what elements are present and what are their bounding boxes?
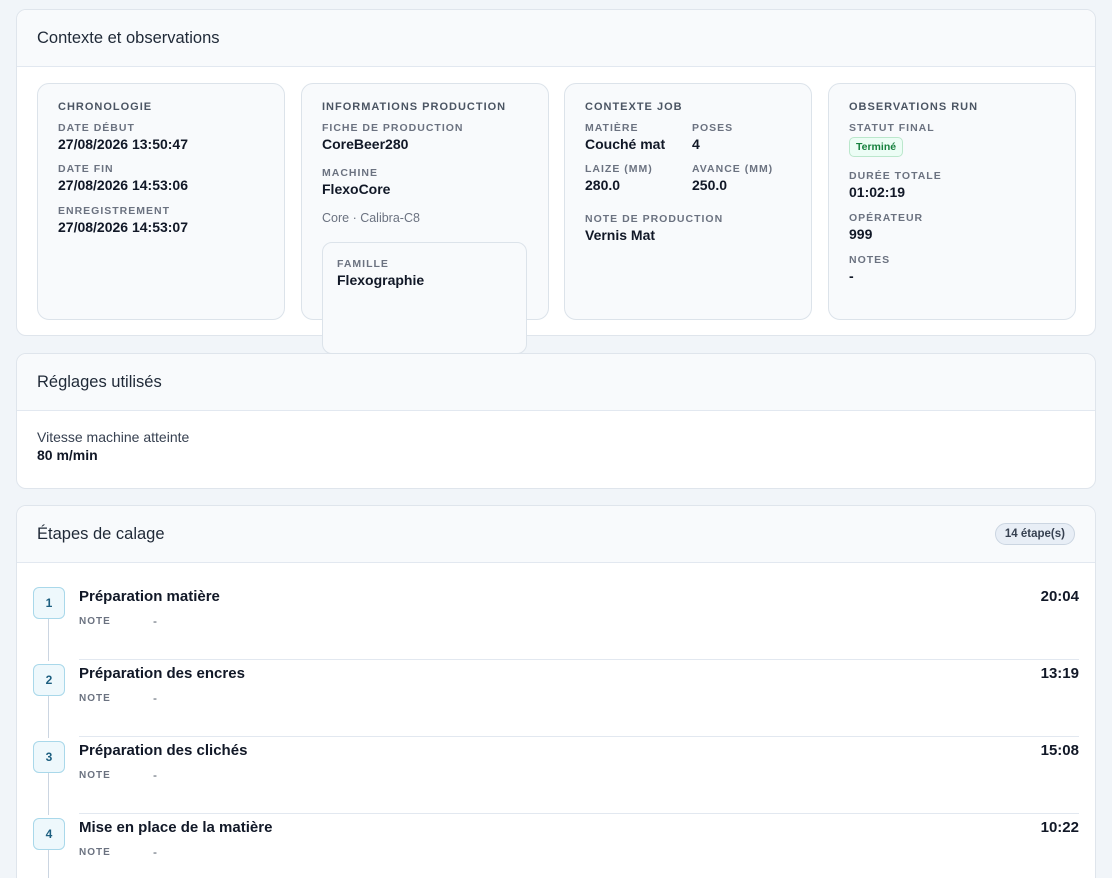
run-title: Observations run: [849, 101, 979, 113]
reglages-panel-header: Réglages utilisés: [17, 354, 1095, 411]
context-panel-header: Contexte et observations: [17, 10, 1095, 67]
operateur-value: 999: [849, 226, 873, 242]
date-debut-label: Date début: [58, 122, 135, 134]
step-item[interactable]: 3 Préparation des clichés 15:08 NOTE -: [33, 737, 1079, 815]
famille-value: Flexographie: [337, 272, 425, 288]
date-debut-value: 27/08/2026 13:50:47: [58, 136, 188, 152]
note-production-value: Vernis Mat: [585, 227, 656, 243]
step-number: 1: [33, 587, 65, 619]
enregistrement-label: Enregistrement: [58, 205, 171, 217]
step-note-label: NOTE: [79, 616, 111, 627]
vitesse-value: 80 m/min: [37, 447, 98, 463]
note-production-label: Note de production: [585, 213, 724, 225]
famille-subcard: Famille Flexographie: [322, 242, 527, 354]
step-note-label: NOTE: [79, 847, 111, 858]
step-item[interactable]: 4 Mise en place de la matière 10:22 NOTE…: [33, 814, 1079, 878]
avance-value: 250.0: [692, 177, 728, 193]
operateur-label: Opérateur: [849, 212, 924, 224]
machine-value: FlexoCore: [322, 181, 391, 197]
step-note-value: -: [153, 768, 157, 782]
avance-label: Avance (mm): [692, 163, 774, 175]
step-connector: [48, 619, 49, 661]
laize-label: Laize (mm): [585, 163, 653, 175]
production-card: Informations production Fiche de product…: [301, 83, 549, 354]
poses-label: Poses: [692, 122, 734, 134]
notes-value: -: [849, 268, 854, 284]
step-number: 4: [33, 818, 65, 850]
step-duration: 20:04: [1040, 588, 1079, 605]
step-item[interactable]: 2 Préparation des encres 13:19 NOTE -: [33, 660, 1079, 738]
step-title: Préparation matière: [79, 588, 220, 605]
enregistrement-value: 27/08/2026 14:53:07: [58, 219, 188, 235]
date-fin-value: 27/08/2026 14:53:06: [58, 177, 188, 193]
duree-label: Durée totale: [849, 170, 942, 182]
fiche-value: CoreBeer280: [322, 136, 409, 152]
step-title: Mise en place de la matière: [79, 819, 273, 836]
step-count-badge: 14 étape(s): [994, 523, 1075, 545]
step-connector: [48, 696, 49, 738]
step-note-label: NOTE: [79, 770, 111, 781]
context-panel-title: Contexte et observations: [37, 28, 220, 47]
notes-label: Notes: [849, 254, 891, 266]
matiere-value: Couché mat: [585, 136, 666, 152]
step-note-value: -: [153, 845, 157, 859]
etapes-panel-header: Étapes de calage 14 étape(s): [17, 506, 1095, 563]
run-card: Observations run Statut final Terminé Du…: [828, 83, 1076, 320]
duree-value: 01:02:19: [849, 184, 906, 200]
machine-subtitle: Core · Calibra-C8: [322, 211, 420, 225]
step-number: 3: [33, 741, 65, 773]
context-panel: Contexte et observations Chronologie Dat…: [16, 9, 1096, 354]
statut-label: Statut final: [849, 122, 935, 134]
date-fin-label: Date fin: [58, 163, 114, 175]
step-duration: 15:08: [1040, 742, 1079, 759]
job-card: Contexte job Matière Couché mat Poses 4 …: [564, 83, 812, 320]
matiere-label: Matière: [585, 122, 639, 134]
machine-label: Machine: [322, 167, 378, 179]
chronologie-card: Chronologie Date début 27/08/2026 13:50:…: [37, 83, 285, 320]
job-title: Contexte job: [585, 101, 683, 113]
step-number: 2: [33, 664, 65, 696]
step-note-value: -: [153, 614, 157, 628]
status-badge: Terminé: [849, 137, 904, 157]
chronologie-title: Chronologie: [58, 101, 153, 113]
step-note-label: NOTE: [79, 693, 111, 704]
step-title: Préparation des encres: [79, 665, 245, 682]
step-item[interactable]: 1 Préparation matière 20:04 NOTE -: [33, 583, 1079, 661]
etapes-panel-title: Étapes de calage: [37, 524, 165, 543]
poses-value: 4: [692, 136, 700, 152]
step-title: Préparation des clichés: [79, 742, 248, 759]
laize-value: 280.0: [585, 177, 621, 193]
famille-label: Famille: [337, 258, 389, 270]
production-title: Informations production: [322, 101, 507, 113]
vitesse-label: Vitesse machine atteinte: [37, 429, 190, 445]
step-note-value: -: [153, 691, 157, 705]
etapes-panel: Étapes de calage 14 étape(s) 1 Préparati…: [16, 505, 1096, 878]
step-duration: 13:19: [1040, 665, 1079, 682]
step-connector: [48, 773, 49, 815]
step-duration: 10:22: [1040, 819, 1079, 836]
reglages-panel: Réglages utilisés Vitesse machine attein…: [16, 353, 1096, 489]
reglages-panel-title: Réglages utilisés: [37, 372, 162, 391]
fiche-label: Fiche de production: [322, 122, 464, 134]
step-connector: [48, 850, 49, 878]
